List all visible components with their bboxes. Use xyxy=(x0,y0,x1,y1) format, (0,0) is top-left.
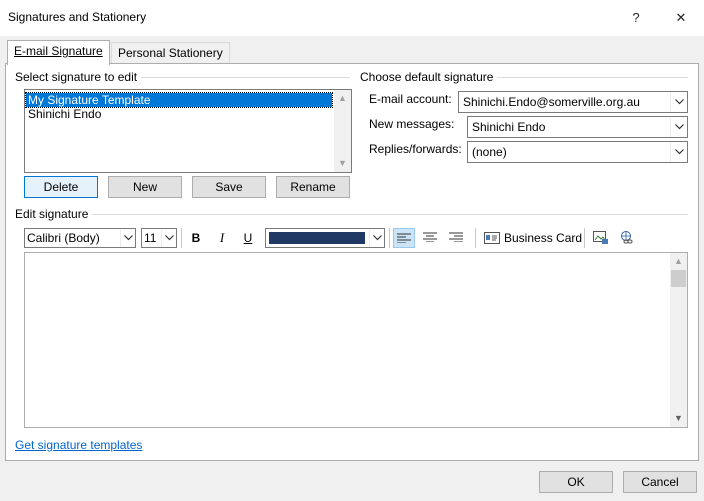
align-left-button[interactable] xyxy=(393,228,415,248)
chevron-down-icon[interactable] xyxy=(120,229,135,247)
align-right-button[interactable] xyxy=(445,228,467,248)
editor-scrollbar[interactable]: ▲ ▼ xyxy=(670,253,687,427)
email-account-label: E-mail account: xyxy=(369,92,452,106)
scroll-down-icon[interactable]: ▼ xyxy=(334,155,351,172)
ok-button[interactable]: OK xyxy=(539,471,613,493)
save-button[interactable]: Save xyxy=(192,176,266,198)
font-color-combo[interactable] xyxy=(265,228,385,248)
email-account-combo[interactable]: Shinichi.Endo@somerville.org.au xyxy=(458,91,688,113)
listbox-scrollbar[interactable]: ▲ ▼ xyxy=(334,90,351,172)
scroll-up-icon[interactable]: ▲ xyxy=(334,90,351,107)
list-item-shinichi-endo[interactable]: Shinichi Endo xyxy=(26,107,101,121)
toolbar-separator xyxy=(181,228,182,248)
delete-button[interactable]: Delete xyxy=(24,176,98,198)
default-signature-label: Choose default signature xyxy=(360,70,498,84)
font-size-value: 11 xyxy=(144,231,157,245)
business-card-icon xyxy=(484,232,500,244)
underline-button[interactable]: U xyxy=(237,228,259,248)
font-size-combo[interactable]: 11 xyxy=(141,228,177,248)
replies-forwards-value: (none) xyxy=(472,145,507,159)
replies-forwards-label: Replies/forwards: xyxy=(369,142,462,156)
cancel-button[interactable]: Cancel xyxy=(623,471,697,493)
list-item-my-signature-template[interactable]: My Signature Template xyxy=(25,92,333,108)
help-button[interactable]: ? xyxy=(626,8,646,28)
get-signature-templates-link[interactable]: Get signature templates xyxy=(15,438,142,452)
tab-email-signature-label: E-mail Signature xyxy=(14,44,103,58)
align-center-icon xyxy=(423,232,437,243)
signature-editor[interactable]: ▲ ▼ xyxy=(24,252,688,428)
chevron-down-icon[interactable] xyxy=(670,117,687,137)
italic-button[interactable]: I xyxy=(211,228,233,248)
new-messages-combo[interactable]: Shinichi Endo xyxy=(467,116,688,138)
select-signature-label: Select signature to edit xyxy=(15,70,142,84)
scroll-down-icon[interactable]: ▼ xyxy=(670,410,687,427)
replies-forwards-combo[interactable]: (none) xyxy=(467,141,688,163)
rename-button[interactable]: Rename xyxy=(276,176,350,198)
email-account-value: Shinichi.Endo@somerville.org.au xyxy=(463,95,640,109)
toolbar-separator xyxy=(389,228,390,248)
edit-signature-label: Edit signature xyxy=(15,207,93,221)
edit-group-line xyxy=(16,214,688,215)
scroll-up-icon[interactable]: ▲ xyxy=(670,253,687,270)
new-button[interactable]: New xyxy=(108,176,182,198)
hyperlink-icon xyxy=(621,231,633,244)
toolbar-separator xyxy=(584,228,585,248)
tab-email-signature[interactable]: E-mail Signature xyxy=(7,40,110,65)
chevron-down-icon[interactable] xyxy=(670,142,687,162)
close-button[interactable]: ✕ xyxy=(671,8,691,28)
align-right-icon xyxy=(449,232,463,243)
window-title: Signatures and Stationery xyxy=(8,10,147,24)
font-color-swatch xyxy=(269,232,365,244)
scroll-thumb[interactable] xyxy=(671,270,686,287)
tab-personal-stationery[interactable]: Personal Stationery xyxy=(111,42,230,64)
chevron-down-icon[interactable] xyxy=(670,92,687,112)
insert-picture-button[interactable] xyxy=(590,228,612,248)
new-messages-value: Shinichi Endo xyxy=(472,120,546,134)
signature-listbox[interactable]: My Signature Template Shinichi Endo ▲ ▼ xyxy=(24,89,352,173)
business-card-label: Business Card xyxy=(504,231,583,245)
bold-button[interactable]: B xyxy=(185,228,207,248)
chevron-down-icon[interactable] xyxy=(161,229,176,247)
new-messages-label: New messages: xyxy=(369,117,455,131)
font-name-combo[interactable]: Calibri (Body) xyxy=(24,228,136,248)
toolbar-separator xyxy=(475,228,476,248)
align-left-icon xyxy=(397,233,411,244)
tab-personal-stationery-label: Personal Stationery xyxy=(118,46,223,60)
insert-hyperlink-button[interactable] xyxy=(616,228,638,248)
business-card-button[interactable]: Business Card xyxy=(484,228,582,248)
insert-picture-icon xyxy=(593,231,608,244)
font-name-value: Calibri (Body) xyxy=(27,231,100,245)
chevron-down-icon[interactable] xyxy=(369,229,384,247)
align-center-button[interactable] xyxy=(419,228,441,248)
